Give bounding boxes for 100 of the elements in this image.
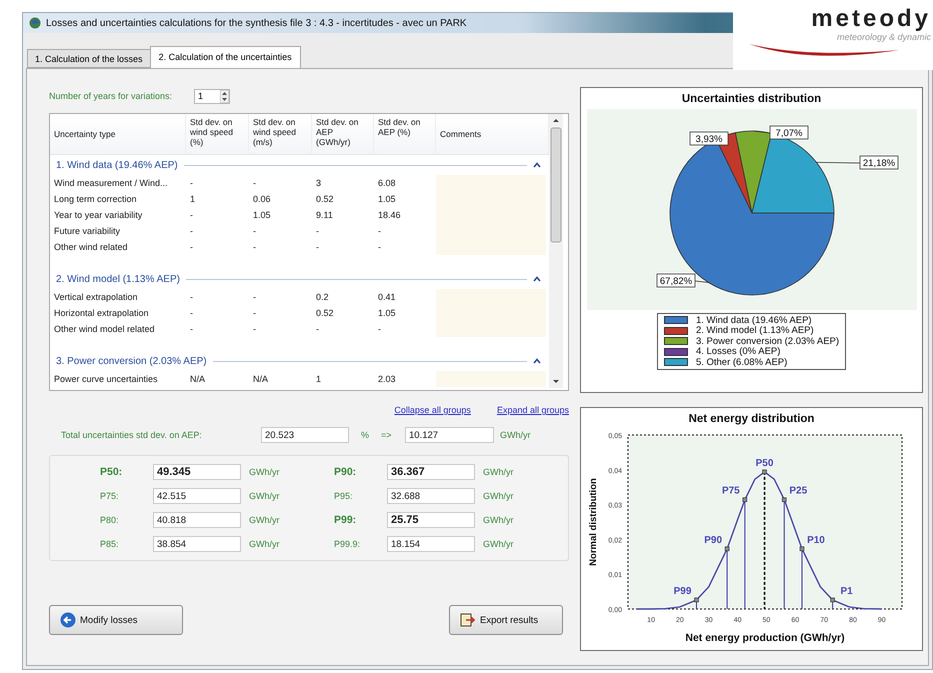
window-title: Losses and uncertainties calculations for the synthesis file 3 : 4.3 - incertitudes - avec un PARK [46,18,467,28]
table-cell-text: - [315,324,320,334]
table-cell-text: 1 [315,374,322,384]
percentile-label: P85: [100,539,120,549]
point-marker [781,497,786,502]
group-title: 1. Wind data (19.46% AEP) [56,160,178,170]
x-axis-title: Net energy production (GWh/yr) [684,632,844,644]
chart-title: Net energy distribution [688,413,814,425]
legend-label: 3. Power conversion (2.03% AEP) [696,336,840,347]
percentile-label: P90 [704,534,722,546]
table-cell-text: 2.03 [377,374,397,384]
table-cell-text: - [189,178,194,188]
group-header[interactable]: 2. Wind model (1.13% AEP) [50,269,549,289]
percentile-label: P99 [673,586,691,597]
point-marker [762,470,766,474]
unit-label: GWh/yr [483,491,514,501]
percentile-field[interactable]: 18.154 [387,536,475,552]
percentile-label: P80: [100,515,120,525]
years-spinner[interactable]: 1 [194,88,230,104]
percentile-field[interactable]: 32.688 [387,488,475,504]
table-cell-text: - [315,226,320,236]
table-cell-text: - [252,242,257,252]
logo-tagline: meteorology & dynamic [836,32,931,42]
percentile-field[interactable]: 40.818 [153,512,241,528]
legend-label: 1. Wind data (19.46% AEP) [696,314,812,326]
percentile-label: P95: [334,491,354,501]
link[interactable]: Expand all groups [496,405,569,415]
percentile-label: P75: [100,491,120,501]
total-field[interactable]: 10.127 [405,427,494,443]
data-label: 7,07% [775,128,803,139]
modify-button[interactable]: Modify losses [49,605,183,635]
table-cell-text: 9.11 [315,210,334,220]
data-label: 21,18% [862,158,896,169]
unit-label: GWh/yr [249,467,280,477]
percentile-label: P50 [755,458,773,469]
collapse-icon[interactable] [533,358,541,364]
table-cell-text: 3 [315,178,322,188]
percentile-label: P75 [721,486,740,497]
percentile-label: P10 [806,534,824,546]
table-cell-text: - [377,324,382,334]
export-button[interactable]: Export results [449,605,563,635]
data-label: 67,82% [656,274,708,288]
percentile-label: P99: [334,514,358,526]
table-cell-text: Year to year variability [53,210,144,220]
table-cell-text: - [189,292,194,302]
table-cell-text: Wind measurement / Wind... [53,178,169,188]
legend-label: 4. Losses (0% AEP) [696,346,780,358]
group-header[interactable]: 1. Wind data (19.46% AEP) [50,155,549,175]
table-cell-text: 18.46 [377,210,402,220]
app-icon [29,17,41,29]
collapse-icon[interactable] [533,276,541,282]
group-title: 3. Power conversion (2.03% AEP) [56,356,207,366]
unit-label: % [360,430,370,440]
export-icon [460,612,476,628]
table-cell-text: 0.06 [252,194,272,204]
table-cell-text: 0.41 [377,292,397,302]
percentile-field[interactable]: 36.367 [387,464,475,480]
total-label: Total uncertainties std dev. on AEP: [61,430,203,440]
data-label: 7,07% [752,126,808,140]
column-header: Std dev. on wind speed (m/s) [249,114,312,154]
table-cell-text: Power curve uncertainties [53,374,159,384]
legend-label: 2. Wind model (1.13% AEP) [696,325,814,336]
table-cell-text: 1.05 [252,210,272,220]
percentile-field[interactable]: 49.345 [153,464,241,480]
table-cell-text: N/A [252,374,270,384]
table-cell-text: 1 [189,194,196,204]
link[interactable]: Collapse all groups [394,405,471,415]
collapse-icon[interactable] [533,162,541,168]
table-cell-text: Future variability [53,226,122,236]
point-marker [694,598,698,602]
table-cell-text: Vertical extrapolation [53,292,139,302]
unit-label: GWh/yr [483,539,514,549]
table-cell-text: N/A [189,374,206,384]
table-cell-text: - [315,242,320,252]
chart-title: Uncertainties distribution [682,93,822,105]
y-axis-title: Normal distribution [588,478,598,566]
percentile-field[interactable]: 25.75 [387,512,475,528]
point-marker [742,497,747,502]
tab[interactable]: 2. Calculation of the uncertainties [150,46,301,68]
percentile-field[interactable]: 38.854 [153,536,241,552]
table-cell-text: - [189,308,194,318]
percentile-label: P1 [840,586,852,597]
table-cell-text: Horizontal extrapolation [53,308,150,318]
unit-label: GWh/yr [483,515,514,525]
tab[interactable]: 1. Calculation of the losses [27,49,151,68]
point-marker [830,598,834,602]
percent-field[interactable]: 20.523 [261,427,349,443]
group-header[interactable]: 3. Power conversion (2.03% AEP) [50,351,549,371]
percentile-label: P90: [334,466,358,478]
scrollbar[interactable] [549,114,563,388]
data-label: 3,93% [695,134,723,145]
table-cell-text: 6.08 [377,178,397,188]
percentile-line [800,548,802,610]
group-title: 2. Wind model (1.13% AEP) [56,274,180,284]
percentile-field[interactable]: 42.515 [153,488,241,504]
table-cell-text: 0.52 [315,194,335,204]
arrow-label: => [381,430,393,440]
unit-label: GWh/yr [483,467,514,477]
column-header: Std dev. on AEP (%) [374,114,436,154]
unit-label: GWh/yr [249,539,280,549]
